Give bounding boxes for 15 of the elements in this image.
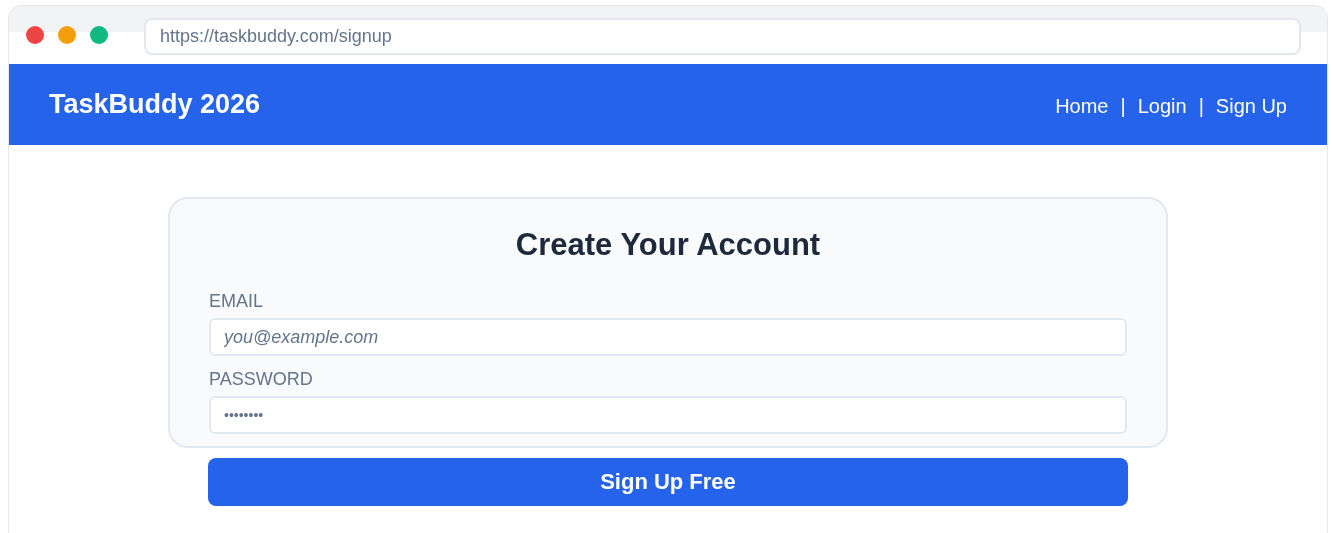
password-field[interactable]: ••••••••: [209, 396, 1127, 434]
nav-separator: |: [1198, 95, 1204, 118]
maximize-dot-icon[interactable]: [90, 26, 108, 44]
address-bar[interactable]: https://taskbuddy.com/signup: [144, 17, 1301, 55]
nav-link[interactable]: Login: [1137, 95, 1187, 118]
nav-separator: |: [1120, 95, 1126, 118]
minimize-dot-icon[interactable]: [58, 26, 76, 44]
form-title: Create Your Account: [514, 227, 822, 263]
field-label: EMAIL: [209, 291, 265, 312]
field-label: PASSWORD: [209, 369, 314, 390]
signup-button[interactable]: Sign Up Free: [208, 458, 1128, 506]
site-title: TaskBuddy 2026: [49, 89, 261, 120]
nav-link[interactable]: Sign Up: [1215, 95, 1287, 118]
nav-link[interactable]: Home: [1055, 95, 1109, 118]
close-dot-icon[interactable]: [26, 26, 44, 44]
